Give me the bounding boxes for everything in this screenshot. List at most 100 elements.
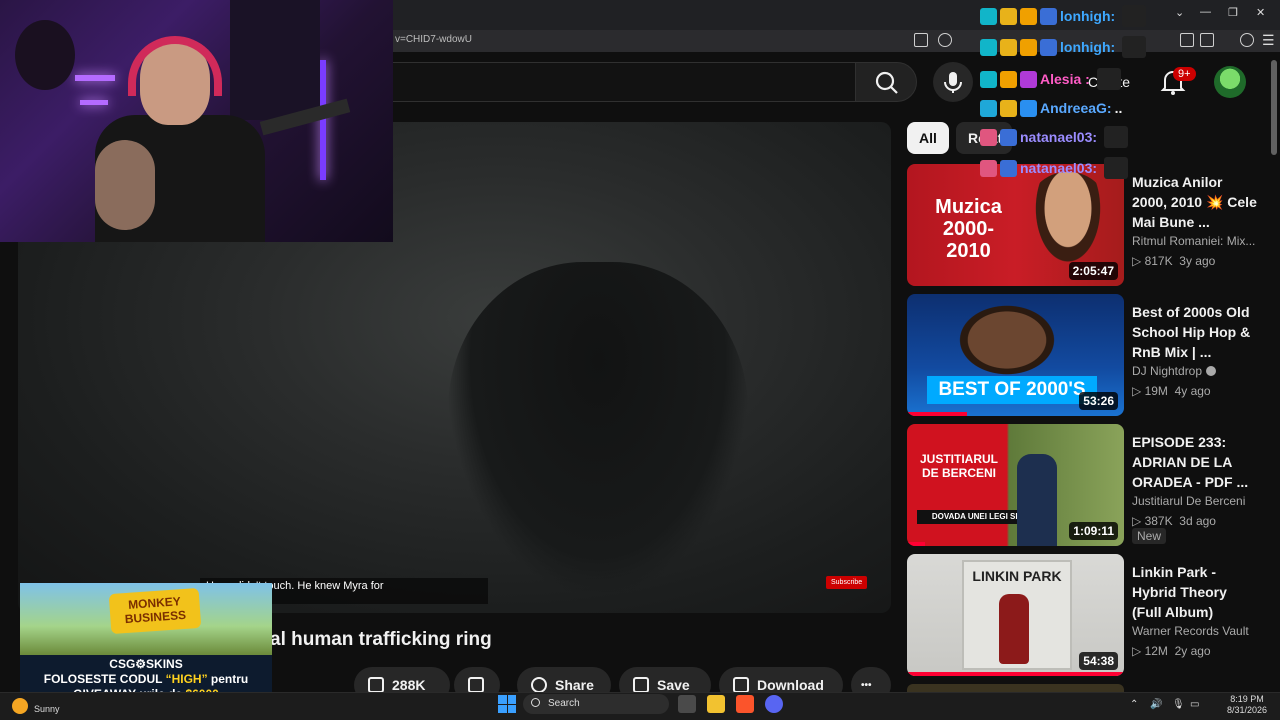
chevron-down-icon[interactable]: ⌄ [1175,6,1184,19]
upload-age: 3y ago [1179,254,1216,268]
user-badge-icon [1020,99,1037,117]
recommendation-title[interactable]: EPISODE 233: ADRIAN DE LA ORADEA - PDF .… [1132,432,1258,492]
account-avatar[interactable] [1214,66,1246,98]
chat-message: Alesia : [980,68,1121,90]
video-thumbnail[interactable]: JUSTITIARUL DE BERCENI DOVADA UNEI LEGI … [907,424,1124,546]
user-badge-icon [1040,38,1057,56]
sub-badge-icon [980,70,997,88]
recommendation-item[interactable]: JUSTITIARUL DE BERCENI DOVADA UNEI LEGI … [907,424,1277,546]
video-title: al human trafficking ring [270,629,492,650]
sponsor-banner: MONKEY BUSINESS CSG⚙SKINS FOLOSESTE CODU… [20,583,272,703]
scrollbar-thumb[interactable] [1271,60,1277,155]
thumbnail-face [952,300,1062,380]
user-badge-icon [1000,159,1017,177]
sub-badge-icon [980,99,997,117]
video-thumbnail[interactable]: Muzica 2000-2010 2:05:47 [907,164,1124,286]
shelf [230,0,320,120]
emote-icon [1104,126,1129,148]
gift-badge-icon [980,159,997,177]
new-badge: New [1132,528,1167,544]
clock-time[interactable]: 8:19 PM [1222,694,1272,704]
sidebar-icon[interactable] [1180,33,1194,47]
zoom-icon[interactable] [938,33,952,47]
search-icon [875,71,898,94]
playlist-add-icon [633,677,649,693]
display-icon[interactable]: ▭ [1190,699,1199,710]
discord-icon[interactable] [765,695,783,713]
thumbnail-text: BEST OF 2000'S [927,376,1097,404]
video-thumbnail[interactable]: LINKIN PARK 54:38 [907,554,1124,676]
minimize-icon[interactable]: — [1200,6,1211,18]
wallet-icon[interactable] [1200,33,1214,47]
chat-username: lonhigh: [1060,39,1116,55]
channel-name[interactable]: Warner Records Vault [1132,624,1262,638]
task-view-icon[interactable] [678,695,696,713]
channel-label: DJ Nightdrop [1132,364,1203,378]
bits-badge-icon [1000,99,1017,117]
promo-text: pentru [207,672,249,686]
upload-age: 3d ago [1179,514,1216,528]
chat-message: natanael03: [980,157,1129,179]
speaker-icon[interactable]: 🔊 [1150,699,1162,710]
taskbar-search[interactable]: Search [523,694,669,714]
microphone-icon[interactable]: 🎙 [1172,699,1185,710]
channel-name[interactable]: Justitiarul De Berceni [1132,494,1262,508]
search-button[interactable] [855,62,917,102]
album-soldier-figure [999,594,1029,664]
tray-chevron-icon[interactable]: ⌃ [1130,699,1138,710]
download-icon [733,677,749,693]
share-label: Share [555,677,594,693]
channel-name[interactable]: Ritmul Romaniei: Mix... [1132,234,1262,248]
bits-badge-icon [1000,38,1017,56]
voice-search-button[interactable] [933,62,973,102]
shield-icon[interactable] [1240,33,1254,47]
user-badge-icon [1000,128,1017,146]
watch-progress-bar [907,412,967,416]
channel-name[interactable]: DJ Nightdrop [1132,364,1262,378]
restore-icon[interactable]: ❐ [1228,6,1238,19]
neon-light [75,75,115,81]
subscribe-watermark[interactable]: Subscribe [826,576,868,589]
recommendation-title[interactable]: Muzica Anilor 2000, 2010 💥 Cele Mai Bune… [1132,172,1258,232]
thumbnail-text: Muzica 2000-2010 [935,196,1002,262]
menu-icon[interactable]: ☰ [1262,32,1275,49]
user-badge-icon [1020,70,1037,88]
upload-age: 2y ago [1174,644,1211,658]
verified-icon [1206,366,1217,376]
clock-date[interactable]: 8/31/2026 [1222,705,1272,715]
video-meta: ▷ 12M 2y ago [1132,644,1211,658]
recommendation-title[interactable]: Best of 2000s Old School Hip Hop & RnB M… [1132,302,1258,362]
url-text[interactable]: v=CHID7-wdowU [395,34,472,45]
recommendation-title[interactable]: Linkin Park - Hybrid Theory (Full Album) [1132,562,1258,622]
notification-count-badge: 9+ [1173,67,1196,81]
sun-icon[interactable] [12,698,28,714]
more-icon: ••• [861,679,872,691]
recommendation-item[interactable]: LINKIN PARK 54:38 Linkin Park - Hybrid T… [907,554,1277,676]
close-icon[interactable]: ✕ [1256,6,1265,19]
thumbnail-person [1017,454,1057,546]
sponsor-promo-line1: FOLOSESTE CODUL “HIGH” pentru [20,672,272,686]
video-duration: 53:26 [1079,392,1118,410]
search-icon [531,698,540,707]
view-count: 12M [1144,644,1168,658]
brave-browser-icon[interactable] [736,695,754,713]
recommendation-item[interactable]: Muzica 2000-2010 2:05:47 Muzica Anilor 2… [907,164,1277,286]
screen-icon[interactable] [914,33,928,47]
sub-badge-icon [980,7,997,25]
chip-all[interactable]: All [907,122,949,154]
thumbnail-face [1027,172,1109,276]
like-count: 288K [392,677,426,693]
chat-username: natanael03: [1020,129,1098,145]
emote-icon [1122,5,1147,27]
weather-label[interactable]: Sunny [34,704,60,714]
search-input[interactable] [390,62,855,102]
windows-start-icon[interactable] [498,695,516,713]
recommendation-item[interactable]: BEST OF 2000'S 53:26 Best of 2000s Old S… [907,294,1277,416]
video-frame-figure [448,262,748,592]
download-label: Download [757,677,824,693]
bits-badge-icon [1000,7,1017,25]
video-thumbnail[interactable]: BEST OF 2000'S 53:26 [907,294,1124,416]
crown-badge-icon [1020,38,1037,56]
file-explorer-icon[interactable] [707,695,725,713]
crown-badge-icon [1000,70,1017,88]
